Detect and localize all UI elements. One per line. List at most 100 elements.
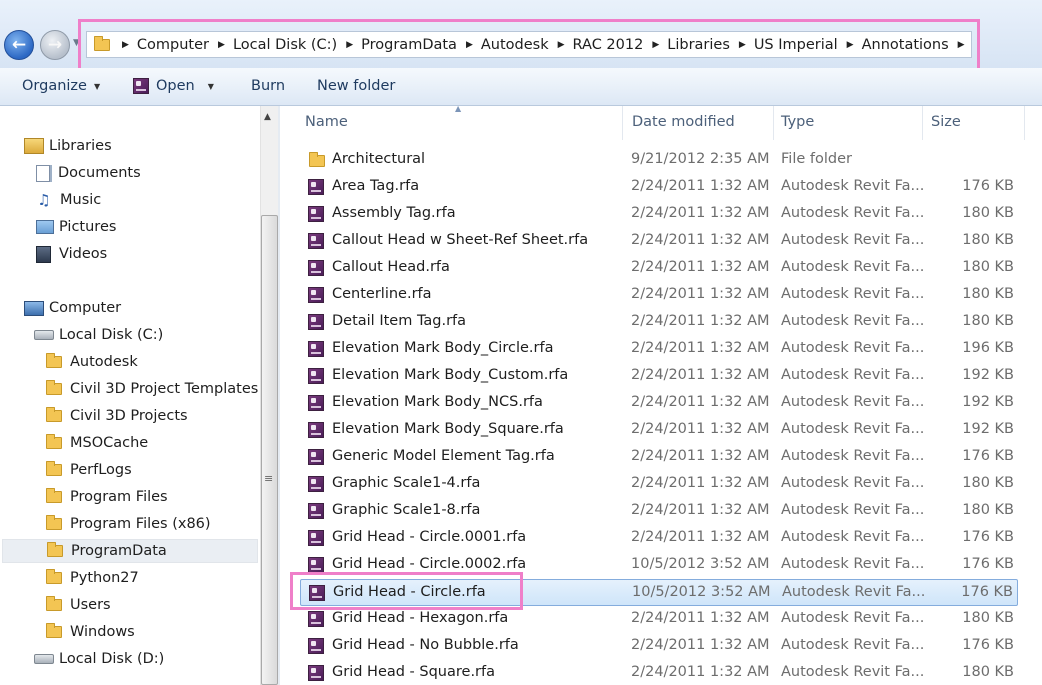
breadcrumb-annotations[interactable]: Annotations (854, 37, 958, 53)
file-row[interactable]: Area Tag.rfa 2/24/2011 1:32 AM Autodesk Re… (300, 174, 1018, 201)
file-row[interactable]: Graphic Scale1-8.rfa 2/24/2011 1:32 AM Aut… (300, 498, 1018, 525)
file-row[interactable]: Grid Head - Circle.0002.rfa 10/5/2012 3:5… (300, 552, 1018, 579)
file-type: Autodesk Revit Fa... (781, 610, 925, 626)
file-type: Autodesk Revit Fa... (781, 556, 925, 572)
nav-folder-label: MSOCache (70, 435, 149, 451)
file-row[interactable]: Centerline.rfa 2/24/2011 1:32 AM Autodesk … (300, 282, 1018, 309)
folder-icon (46, 623, 62, 638)
breadcrumb-programdata[interactable]: ProgramData (353, 37, 466, 53)
file-row[interactable]: Elevation Mark Body_Custom.rfa 2/24/2011 … (300, 363, 1018, 390)
nav-folder[interactable]: Program Files (46, 485, 168, 509)
nav-folder-label: Civil 3D Projects (70, 408, 188, 424)
open-button[interactable]: Open ▼ (133, 78, 214, 94)
nav-local-disk-d[interactable]: Local Disk (D:) (34, 647, 164, 671)
chevron-right-icon[interactable]: ▶ (958, 40, 965, 50)
nav-local-disk-c-label: Local Disk (C:) (59, 327, 164, 343)
file-date-modified: 2/24/2011 1:32 AM (631, 637, 770, 653)
recent-pages-dropdown-icon[interactable]: ▼ (73, 38, 80, 48)
nav-folder[interactable]: Civil 3D Projects (46, 404, 188, 428)
file-row[interactable]: Generic Model Element Tag.rfa 2/24/2011 1… (300, 444, 1018, 471)
scroll-up-arrow-icon[interactable]: ▲ (264, 112, 271, 122)
nav-libraries[interactable]: Libraries (24, 134, 112, 158)
chevron-right-icon[interactable]: ▶ (652, 40, 659, 50)
file-row[interactable]: Grid Head - Circle.0001.rfa 2/24/2011 1:3… (300, 525, 1018, 552)
file-row-selected[interactable]: Grid Head - Circle.rfa 10/5/2012 3:52 AM A… (300, 579, 1018, 606)
column-divider[interactable] (1024, 106, 1025, 140)
column-divider[interactable] (922, 106, 923, 140)
column-divider[interactable] (773, 106, 774, 140)
file-name: Elevation Mark Body_Circle.rfa (332, 340, 554, 356)
nav-documents[interactable]: Documents (36, 161, 141, 185)
breadcrumb-computer[interactable]: Computer (129, 37, 218, 53)
column-type[interactable]: Type (781, 114, 814, 130)
file-date-modified: 2/24/2011 1:32 AM (631, 340, 770, 356)
file-type: Autodesk Revit Fa... (781, 286, 925, 302)
file-row[interactable]: Graphic Scale1-4.rfa 2/24/2011 1:32 AM Aut… (300, 471, 1018, 498)
file-date-modified: 2/24/2011 1:32 AM (631, 205, 770, 221)
file-type: Autodesk Revit Fa... (781, 637, 925, 653)
chevron-right-icon[interactable]: ▶ (558, 40, 565, 50)
nav-folder[interactable]: Autodesk (46, 350, 138, 374)
chevron-down-icon[interactable]: ▼ (208, 82, 214, 91)
file-row[interactable]: Assembly Tag.rfa 2/24/2011 1:32 AM Autodes… (300, 201, 1018, 228)
chevron-right-icon[interactable]: ▶ (739, 40, 746, 50)
file-row[interactable]: Elevation Mark Body_NCS.rfa 2/24/2011 1:3… (300, 390, 1018, 417)
nav-music[interactable]: ♫ Music (36, 188, 101, 212)
column-name[interactable]: Name (305, 114, 348, 130)
nav-folder-selected[interactable]: ProgramData (2, 539, 258, 563)
new-folder-button[interactable]: New folder (317, 78, 395, 94)
nav-folder[interactable]: Civil 3D Project Templates (46, 377, 258, 401)
column-divider[interactable] (622, 106, 623, 140)
file-row[interactable]: Architectural 9/21/2012 2:35 AM File folde… (300, 147, 1018, 174)
revit-family-icon (308, 341, 324, 357)
back-button[interactable]: ← (4, 30, 34, 60)
breadcrumb-autodesk[interactable]: Autodesk (473, 37, 558, 53)
column-date-modified[interactable]: Date modified (632, 114, 735, 130)
organize-label: Organize (22, 78, 87, 94)
organize-button[interactable]: Organize ▼ (22, 78, 100, 94)
nav-local-disk-c[interactable]: Local Disk (C:) (34, 323, 163, 347)
file-date-modified: 2/24/2011 1:32 AM (631, 448, 770, 464)
file-row[interactable]: Elevation Mark Body_Circle.rfa 2/24/2011 … (300, 336, 1018, 363)
chevron-right-icon[interactable]: ▶ (466, 40, 473, 50)
navigation-pane: Libraries Documents ♫ Music Pictures Vid… (0, 106, 260, 685)
file-row[interactable]: Elevation Mark Body_Square.rfa 2/24/2011 … (300, 417, 1018, 444)
file-row[interactable]: Grid Head - Hexagon.rfa 2/24/2011 1:32 AM… (300, 606, 1018, 633)
breadcrumb-rac-2012[interactable]: RAC 2012 (565, 37, 653, 53)
nav-documents-label: Documents (58, 165, 141, 181)
breadcrumb[interactable]: ▶ Computer ▶ Local Disk (C:) ▶ ProgramDa… (86, 31, 972, 58)
nav-videos[interactable]: Videos (36, 242, 107, 266)
file-row[interactable]: Grid Head - No Bubble.rfa 2/24/2011 1:32 … (300, 633, 1018, 660)
chevron-right-icon[interactable]: ▶ (847, 40, 854, 50)
file-row[interactable]: Grid Head - Square.rfa 2/24/2011 1:32 AM A… (300, 660, 1018, 685)
nav-local-disk-d-label: Local Disk (D:) (59, 651, 165, 667)
file-row[interactable]: Callout Head w Sheet-Ref Sheet.rfa 2/24/2… (300, 228, 1018, 255)
column-size[interactable]: Size (931, 114, 961, 130)
nav-folder[interactable]: Users (46, 593, 111, 617)
file-row[interactable]: Detail Item Tag.rfa 2/24/2011 1:32 AM Auto… (300, 309, 1018, 336)
nav-scrollbar-thumb[interactable] (261, 215, 278, 685)
file-name: Detail Item Tag.rfa (332, 313, 467, 329)
file-size: 176 KB (961, 584, 1013, 600)
forward-button[interactable]: → (40, 30, 70, 60)
file-row[interactable]: Callout Head.rfa 2/24/2011 1:32 AM Autodes… (300, 255, 1018, 282)
file-size: 176 KB (962, 556, 1014, 572)
burn-button[interactable]: Burn (251, 78, 285, 94)
nav-computer[interactable]: Computer (24, 296, 121, 320)
file-date-modified: 2/24/2011 1:32 AM (631, 664, 770, 680)
videos-icon (36, 245, 51, 263)
nav-folder[interactable]: Windows (46, 620, 135, 644)
nav-pictures[interactable]: Pictures (36, 215, 116, 239)
nav-folder[interactable]: PerfLogs (46, 458, 132, 482)
nav-folder[interactable]: Program Files (x86) (46, 512, 211, 536)
breadcrumb-libraries[interactable]: Libraries (659, 37, 739, 53)
nav-folder[interactable]: MSOCache (46, 431, 148, 455)
breadcrumb-us-imperial[interactable]: US Imperial (746, 37, 847, 53)
breadcrumb-local-disk[interactable]: Local Disk (C:) (225, 37, 346, 53)
file-size: 192 KB (962, 367, 1014, 383)
chevron-right-icon[interactable]: ▶ (346, 40, 353, 50)
chevron-right-icon[interactable]: ▶ (122, 40, 129, 50)
nav-folder[interactable]: Python27 (46, 566, 139, 590)
chevron-right-icon[interactable]: ▶ (218, 40, 225, 50)
nav-pictures-label: Pictures (59, 219, 117, 235)
